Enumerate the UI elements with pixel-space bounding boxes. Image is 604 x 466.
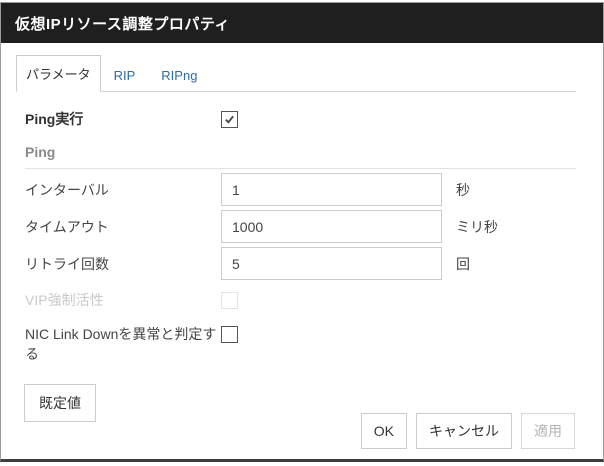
timeout-row: タイムアウト ミリ秒 [25,210,576,243]
dialog-body: 仮想IPリソース調整プロパティ パラメータ RIP RIPng Ping実行 P… [0,2,604,462]
interval-input[interactable] [221,173,442,206]
tab-bar: パラメータ RIP RIPng [16,58,576,92]
interval-unit: 秒 [456,180,470,200]
timeout-input[interactable] [221,210,442,243]
tab-parameter[interactable]: パラメータ [16,55,101,92]
dialog-titlebar: 仮想IPリソース調整プロパティ [1,3,603,43]
ping-exec-checkbox[interactable] [221,111,238,128]
vip-force-label: VIP強制活性 [25,290,221,310]
ok-button[interactable]: OK [361,413,407,449]
nic-link-down-label: NIC Link Downを異常と判定する [25,324,221,365]
retry-count-unit: 回 [456,254,470,274]
interval-row: インターバル 秒 [25,173,576,206]
timeout-label: タイムアウト [25,217,221,237]
dialog-title: 仮想IPリソース調整プロパティ [15,13,230,34]
default-values-button[interactable]: 既定値 [24,384,96,422]
footer-button-bar: OK キャンセル 適用 [361,413,575,449]
ping-exec-row: Ping実行 [25,109,576,129]
tab-ripng[interactable]: RIPng [148,60,210,91]
interval-label: インターバル [25,180,221,200]
dialog-window: 仮想IPリソース調整プロパティ パラメータ RIP RIPng Ping実行 P… [0,0,604,466]
timeout-unit: ミリ秒 [456,217,498,237]
cancel-button[interactable]: キャンセル [416,413,512,449]
apply-button[interactable]: 適用 [521,413,575,449]
nic-link-down-row: NIC Link Downを異常と判定する [25,324,576,365]
dialog-content: パラメータ RIP RIPng Ping実行 Ping インターバル 秒 タ [1,58,603,422]
retry-count-label: リトライ回数 [25,254,221,274]
nic-link-down-checkbox[interactable] [221,326,238,343]
vip-force-checkbox [221,292,238,309]
ping-exec-label: Ping実行 [25,109,221,129]
ping-section-title: Ping [25,144,576,169]
retry-count-row: リトライ回数 回 [25,247,576,280]
retry-count-input[interactable] [221,247,442,280]
tab-rip[interactable]: RIP [101,60,149,91]
vip-force-row: VIP強制活性 [25,290,576,310]
checkmark-icon [224,114,235,125]
